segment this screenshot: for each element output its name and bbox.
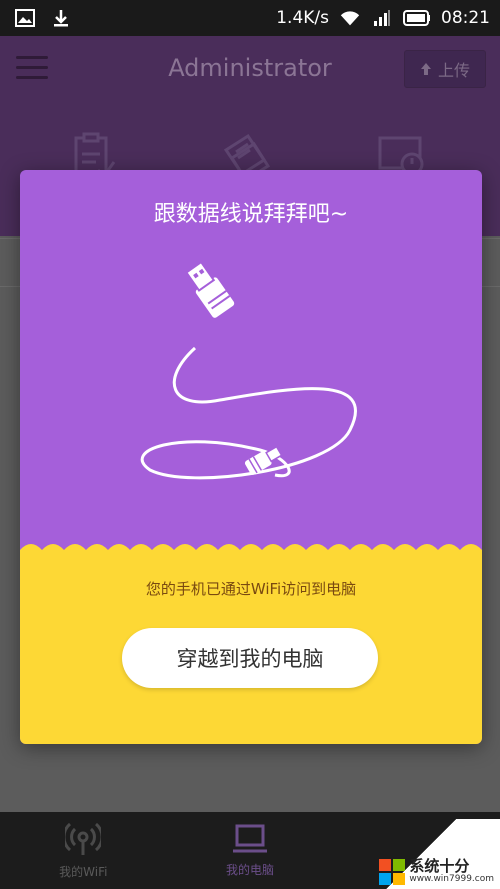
dialog-title: 跟数据线说拜拜吧~ — [153, 202, 349, 227]
signal-icon — [371, 8, 393, 28]
go-to-my-computer-button[interactable]: 穿越到我的电脑 — [122, 628, 378, 688]
network-speed: 1.4K/s — [276, 8, 329, 28]
nav-label: 我的WiFi — [59, 865, 108, 879]
dialog-subtitle: 您的手机已通过WiFi访问到电脑 — [145, 580, 357, 598]
upload-button[interactable]: 上传 — [404, 50, 486, 88]
download-icon — [50, 8, 72, 28]
nav-label: 我的电脑 — [226, 863, 275, 877]
arrow-up-icon — [420, 63, 431, 75]
status-bar: 1.4K/s 08:21 — [0, 0, 500, 36]
wifi-broadcast-icon — [65, 822, 102, 855]
windows-logo-icon — [379, 859, 406, 885]
laptop-icon — [233, 824, 267, 853]
watermark-url: www.win7999.com — [409, 874, 494, 885]
wifi-connected-dialog: 跟数据线说拜拜吧~ 您的手机已通过WiFi访问到电脑 穿越到我的电脑 — [20, 170, 482, 744]
clock: 08:21 — [441, 8, 490, 28]
watermark-title: 系统十分 — [409, 857, 470, 876]
nav-item-my-wifi[interactable]: 我的WiFi — [0, 812, 167, 889]
wifi-icon — [339, 8, 361, 28]
usb-cable-illustration — [140, 260, 357, 480]
nav-item-my-computer[interactable]: 我的电脑 — [167, 812, 334, 889]
battery-icon — [403, 8, 431, 28]
upload-label: 上传 — [437, 61, 470, 80]
scallop-edge — [20, 544, 482, 562]
watermark: 系统十分 www.win7999.com — [379, 819, 500, 889]
image-icon — [14, 8, 36, 28]
